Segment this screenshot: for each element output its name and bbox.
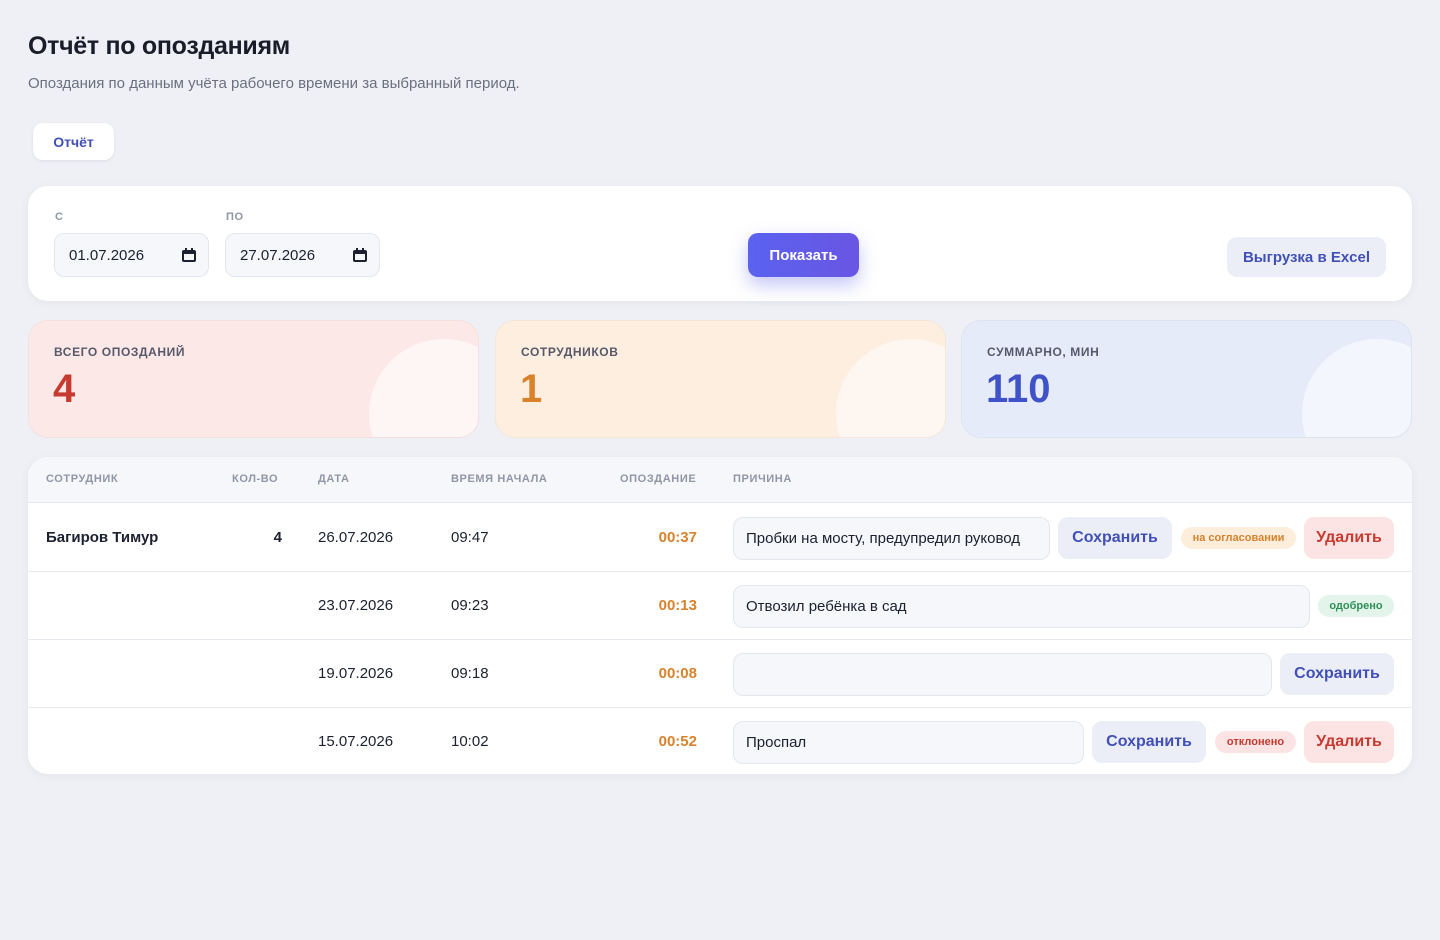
cell-date: 15.07.2026 bbox=[318, 733, 394, 750]
reason-input[interactable]: Проспал bbox=[733, 721, 1084, 764]
status-badge: одобрено bbox=[1318, 595, 1394, 617]
stat-value: 1 bbox=[520, 367, 543, 411]
cell-date: 23.07.2026 bbox=[318, 597, 394, 614]
delete-button[interactable]: Удалить bbox=[1304, 517, 1394, 559]
date-from-label: С bbox=[55, 211, 64, 223]
date-to-label: ПО bbox=[226, 211, 244, 223]
cell-late: 00:08 bbox=[658, 665, 697, 682]
save-button[interactable]: Сохранить bbox=[1092, 721, 1206, 763]
delete-button[interactable]: Удалить bbox=[1304, 721, 1394, 763]
table-header: СОТРУДНИК КОЛ-ВО ДАТА ВРЕМЯ НАЧАЛА ОПОЗД… bbox=[28, 457, 1412, 503]
header-count: КОЛ-ВО bbox=[232, 473, 279, 485]
cell-late: 00:37 bbox=[658, 529, 697, 546]
status-badge: на согласовании bbox=[1181, 527, 1296, 549]
stat-label: СОТРУДНИКОВ bbox=[521, 345, 619, 359]
decorative-circle bbox=[1302, 339, 1411, 437]
decorative-circle bbox=[369, 339, 478, 437]
stat-value: 4 bbox=[53, 367, 76, 411]
date-from-input[interactable]: 01.07.2026 bbox=[54, 233, 209, 277]
stat-total-minutes: СУММАРНО, МИН 110 bbox=[961, 320, 1412, 438]
stat-label: СУММАРНО, МИН bbox=[987, 345, 1100, 359]
filter-panel: С 01.07.2026 ПО 27.07.2026 Показать Выгр… bbox=[28, 186, 1412, 301]
reason-input[interactable]: Пробки на мосту, предупредил руковод bbox=[733, 517, 1050, 560]
cell-start-time: 10:02 bbox=[451, 733, 489, 750]
cell-date: 26.07.2026 bbox=[318, 529, 394, 546]
calendar-icon[interactable] bbox=[353, 248, 367, 262]
table-row: 15.07.2026 10:02 00:52 Проспал Сохранить… bbox=[28, 708, 1412, 774]
decorative-circle bbox=[836, 339, 945, 437]
late-table: СОТРУДНИК КОЛ-ВО ДАТА ВРЕМЯ НАЧАЛА ОПОЗД… bbox=[28, 457, 1412, 774]
calendar-icon[interactable] bbox=[182, 248, 196, 262]
header-employee: СОТРУДНИК bbox=[46, 473, 119, 485]
stat-value: 110 bbox=[986, 367, 1051, 411]
cell-late: 00:13 bbox=[658, 597, 697, 614]
table-row: 19.07.2026 09:18 00:08 Сохранить bbox=[28, 640, 1412, 708]
page-title: Отчёт по опозданиям bbox=[28, 32, 290, 60]
cell-start-time: 09:18 bbox=[451, 665, 489, 682]
page-subtitle: Опоздания по данным учёта рабочего време… bbox=[28, 75, 520, 92]
date-to-value: 27.07.2026 bbox=[240, 246, 316, 264]
reason-value: Проспал bbox=[746, 734, 807, 751]
cell-employee: Багиров Тимур bbox=[46, 529, 159, 546]
header-date: ДАТА bbox=[318, 473, 350, 485]
cell-start-time: 09:47 bbox=[451, 529, 489, 546]
tab-report[interactable]: Отчёт bbox=[33, 123, 114, 160]
date-to-input[interactable]: 27.07.2026 bbox=[225, 233, 380, 277]
export-excel-button[interactable]: Выгрузка в Excel bbox=[1227, 237, 1386, 277]
stat-total-late: ВСЕГО ОПОЗДАНИЙ 4 bbox=[28, 320, 479, 438]
cell-late: 00:52 bbox=[658, 733, 697, 750]
status-badge: отклонено bbox=[1215, 731, 1296, 753]
reason-value: Пробки на мосту, предупредил руковод bbox=[746, 530, 1021, 547]
cell-count: 4 bbox=[273, 529, 282, 546]
header-late: ОПОЗДАНИЕ bbox=[620, 473, 697, 485]
reason-input[interactable] bbox=[733, 653, 1272, 696]
table-row: Багиров Тимур 4 26.07.2026 09:47 00:37 П… bbox=[28, 504, 1412, 572]
cell-start-time: 09:23 bbox=[451, 597, 489, 614]
reason-input[interactable]: Отвозил ребёнка в сад bbox=[733, 585, 1310, 628]
header-reason: ПРИЧИНА bbox=[733, 473, 792, 485]
header-start-time: ВРЕМЯ НАЧАЛА bbox=[451, 473, 548, 485]
table-row: 23.07.2026 09:23 00:13 Отвозил ребёнка в… bbox=[28, 572, 1412, 640]
show-button[interactable]: Показать bbox=[748, 233, 859, 277]
save-button[interactable]: Сохранить bbox=[1058, 517, 1172, 559]
date-from-value: 01.07.2026 bbox=[69, 246, 145, 264]
reason-value: Отвозил ребёнка в сад bbox=[746, 598, 907, 615]
late-report-page: Отчёт по опозданиям Опоздания по данным … bbox=[0, 0, 1440, 940]
save-button[interactable]: Сохранить bbox=[1280, 653, 1394, 695]
stat-employees: СОТРУДНИКОВ 1 bbox=[495, 320, 946, 438]
stat-label: ВСЕГО ОПОЗДАНИЙ bbox=[54, 345, 186, 359]
cell-date: 19.07.2026 bbox=[318, 665, 394, 682]
